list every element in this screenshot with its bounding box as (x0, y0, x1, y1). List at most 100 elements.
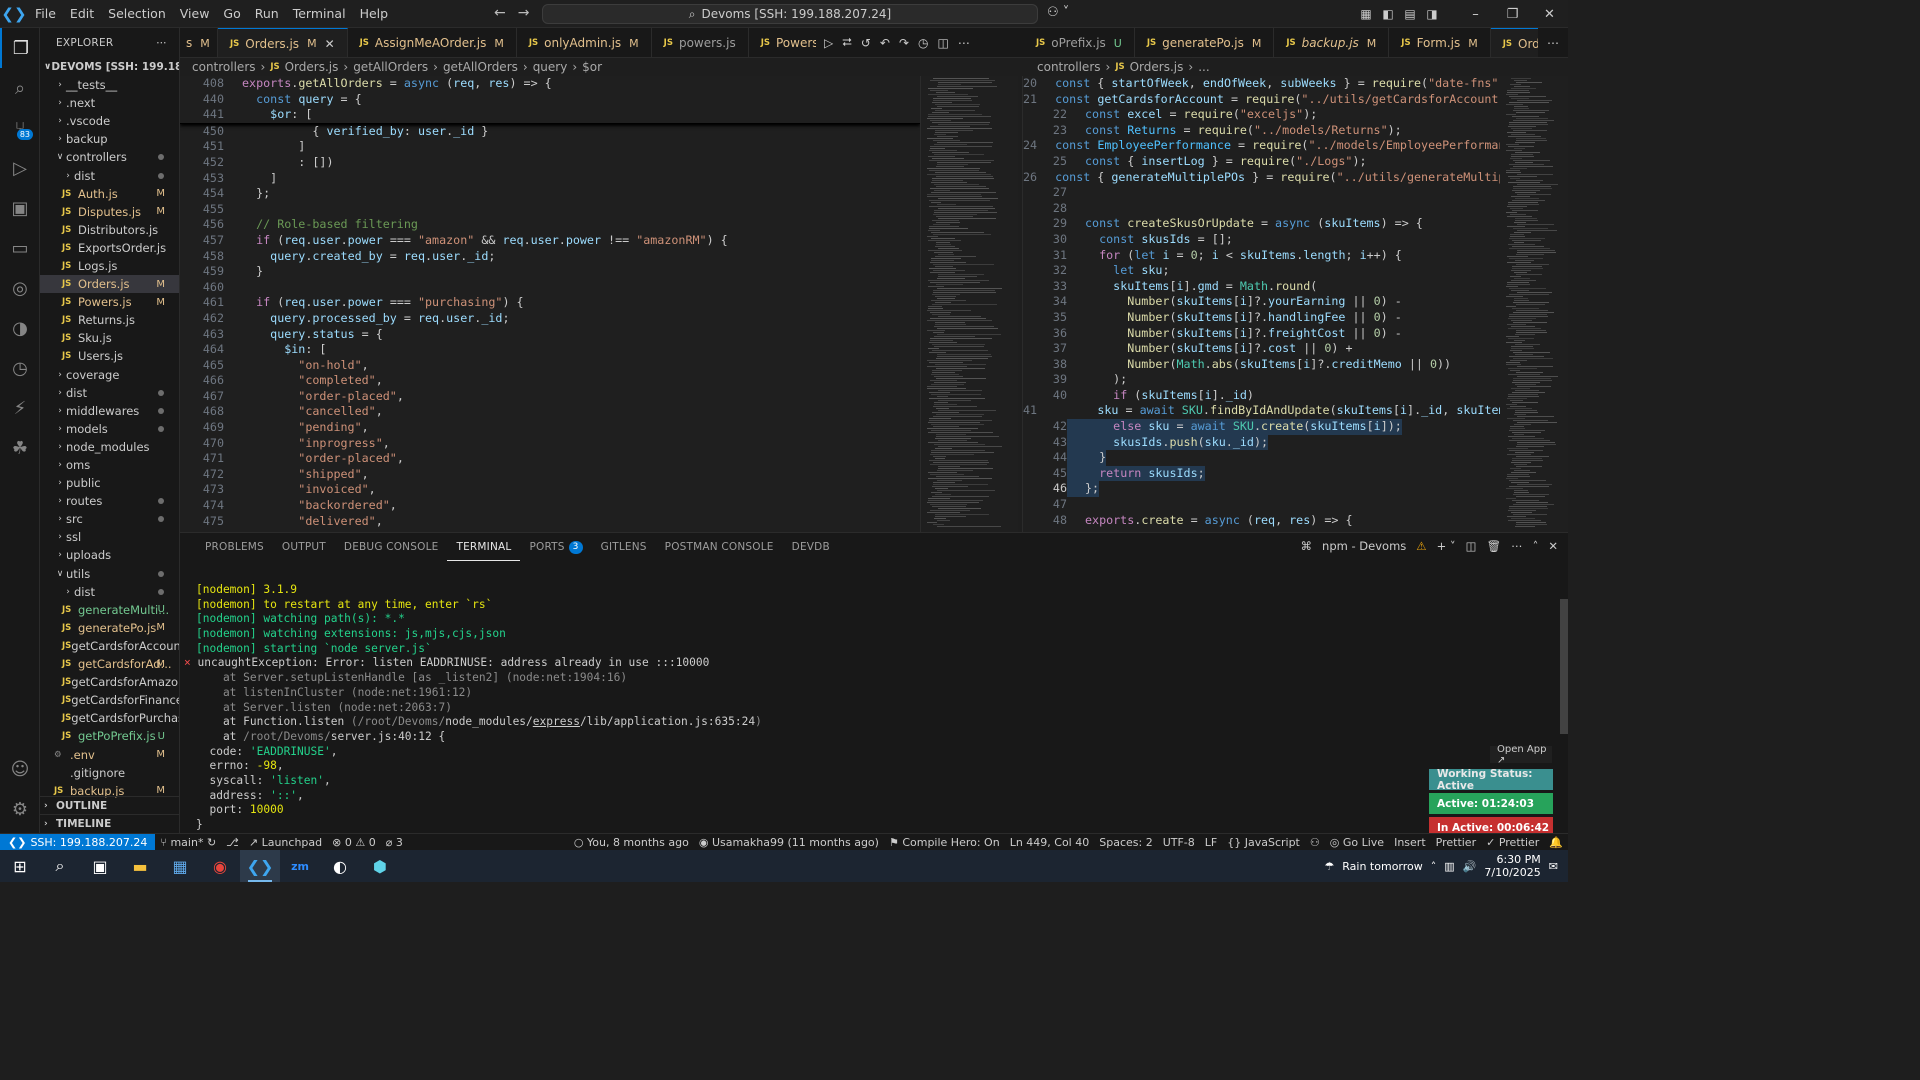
notification-center-icon[interactable]: ✉ (1549, 860, 1558, 873)
toggle-sidebar-icon[interactable]: ◧ (1377, 7, 1399, 21)
insert-mode[interactable]: Insert (1389, 836, 1431, 849)
forward-arrow-icon[interactable]: → (518, 5, 530, 21)
tree-folder[interactable]: › middlewares (40, 402, 179, 420)
code-line[interactable]: 24 const EmployeePerformance = require(".… (1023, 138, 1500, 154)
tree-file[interactable]: .gitignore (40, 764, 179, 782)
code-line[interactable]: 461 if (req.user.power === "purchasing")… (180, 295, 920, 311)
panel-tab-postman-console[interactable]: POSTMAN CONSOLE (656, 533, 783, 561)
code-line[interactable]: 467 "order-placed", (180, 389, 920, 405)
run-debug-icon[interactable]: ▷ (0, 148, 40, 188)
task-view-icon[interactable]: ▣ (80, 850, 120, 882)
more-actions-icon[interactable]: ⋯ (958, 36, 970, 50)
vscode-taskbar-icon[interactable]: ❮❯ (240, 850, 280, 882)
open-app-button[interactable]: Open App ↗ (1490, 744, 1552, 766)
command-center[interactable]: ⌕ Devoms [SSH: 199.188.207.24] (542, 4, 1038, 24)
tree-file[interactable]: JS Sku.js (40, 329, 179, 347)
code-line[interactable]: 48 exports.create = async (req, res) => { (1023, 513, 1500, 529)
breadcrumb-item[interactable]: controllers (1037, 60, 1101, 74)
copilot-status-icon[interactable]: ⚇ (1305, 836, 1325, 849)
code-line[interactable]: 33 skuItems[i].gmd = Math.round( (1023, 279, 1500, 295)
remote-indicator[interactable]: ❮❯ SSH: 199.188.207.24 (0, 833, 156, 851)
author-indicator[interactable]: ◉ Usamakha99 (11 months ago) (694, 836, 884, 849)
tree-folder[interactable]: › public (40, 474, 179, 492)
code-line[interactable]: 455 (180, 202, 920, 218)
breadcrumb-item[interactable]: ... (1198, 60, 1209, 74)
menu-item-edit[interactable]: Edit (63, 0, 101, 28)
code-line[interactable]: 451 ] (180, 139, 920, 155)
prev-change-icon[interactable]: ↶ (880, 36, 890, 50)
editor-right[interactable]: 20 const { startOfWeek, endOfWeek, subWee… (1022, 76, 1500, 532)
tab-form-js[interactable]: JS Form.js M (1389, 28, 1491, 57)
source-control-icon[interactable]: ⑂ 83 (0, 108, 40, 148)
breadcrumb-item[interactable]: $or (582, 60, 602, 74)
code-line[interactable]: 34 Number(skuItems[i]?.yourEarning || 0)… (1023, 294, 1500, 310)
code-line[interactable]: 43 skusIds.push(sku._id); (1023, 434, 1500, 451)
tab-assignmeaorder-js[interactable]: JS AssignMeAOrder.js M (348, 28, 517, 57)
code-line[interactable]: 464 $in: [ (180, 342, 920, 358)
volume-icon[interactable]: 🔊 (1463, 860, 1477, 873)
code-line[interactable]: 47 (1023, 497, 1500, 513)
tree-file[interactable]: JS Powers.js M (40, 293, 179, 311)
menu-item-file[interactable]: File (28, 0, 63, 28)
code-line[interactable]: 463 query.status = { (180, 327, 920, 343)
breadcrumb-item[interactable]: query (533, 60, 568, 74)
code-line[interactable]: 466 "completed", (180, 373, 920, 389)
settings-gear-icon[interactable]: ⚙ (0, 789, 40, 829)
terminal-name[interactable]: npm - Devoms (1322, 539, 1406, 553)
code-line[interactable]: 26 const { generateMultiplePOs } = requir… (1023, 170, 1500, 186)
minimap-right[interactable] (1500, 76, 1568, 532)
tab-backup-js[interactable]: JS backup.js M (1274, 28, 1390, 57)
split-terminal-icon[interactable]: ◫ (1466, 539, 1477, 553)
file-explorer-icon[interactable]: ▬ (120, 850, 160, 882)
editor-left[interactable]: 408 exports.getAllOrders = async (req, re… (180, 76, 920, 532)
code-line[interactable]: 462 query.processed_by = req.user._id; (180, 311, 920, 327)
tree-folder[interactable]: ∨ utils (40, 565, 179, 583)
revert-icon[interactable]: ↺ (861, 36, 871, 50)
prettier-status[interactable]: Prettier (1431, 836, 1481, 849)
code-line[interactable]: 42 else sku = await SKU.create(skuItems[… (1023, 419, 1500, 435)
tree-file[interactable]: ⚙ .env M (40, 745, 179, 763)
explorer-icon[interactable]: ❐ (0, 28, 40, 68)
chrome-icon[interactable]: ◉ (200, 850, 240, 882)
compile-hero[interactable]: ⚑ Compile Hero: On (884, 836, 1005, 849)
code-line[interactable]: 441 $or: [ (180, 107, 920, 123)
tree-file[interactable]: JS Auth.js M (40, 185, 179, 203)
code-line[interactable]: 46}; (1023, 481, 1500, 498)
python-icon[interactable]: ☘ (0, 428, 40, 468)
tree-file[interactable]: JS ExportsOrder.js (40, 239, 179, 257)
menu-item-run[interactable]: Run (248, 0, 286, 28)
tree-folder[interactable]: › dist (40, 166, 179, 184)
menu-item-selection[interactable]: Selection (101, 0, 173, 28)
code-line[interactable]: 471 "order-placed", (180, 451, 920, 467)
timeline-section[interactable]: › TIMELINE (40, 814, 179, 832)
code-line[interactable]: 458 query.created_by = req.user._id; (180, 249, 920, 265)
tree-file[interactable]: JSgetCardsforFinance.js (40, 691, 179, 709)
timeline-icon[interactable]: ◷ (0, 348, 40, 388)
editor-body[interactable]: 450 { verified_by: user._id } 451 ] 452 : … (180, 124, 920, 529)
menu-item-view[interactable]: View (173, 0, 217, 28)
code-line[interactable]: 459 } (180, 264, 920, 280)
tree-file[interactable]: JS generatePo.js M (40, 619, 179, 637)
language-mode[interactable]: {} JavaScript (1222, 836, 1305, 849)
tree-folder[interactable]: › node_modules (40, 438, 179, 456)
search-icon[interactable]: ⌕ (0, 68, 40, 108)
more-actions-icon[interactable]: ⋯ (1538, 28, 1568, 57)
code-line[interactable]: 30 const skusIds = []; (1023, 232, 1500, 248)
code-line[interactable]: 454 }; (180, 186, 920, 202)
code-line[interactable]: 468 "cancelled", (180, 404, 920, 420)
indentation[interactable]: Spaces: 2 (1094, 836, 1157, 849)
tree-folder[interactable]: › models (40, 420, 179, 438)
minimize-icon[interactable]: – (1457, 7, 1494, 22)
start-button[interactable]: ⊞ (0, 850, 40, 882)
tree-folder[interactable]: › ssl (40, 528, 179, 546)
panel-tab-devdb[interactable]: DEVDB (783, 533, 839, 561)
tree-file[interactable]: JS Users.js (40, 347, 179, 365)
code-line[interactable]: 29 const createSkusOrUpdate = async (skuI… (1023, 216, 1500, 232)
run-icon[interactable]: ▷ (824, 36, 833, 50)
toggle-panel-icon[interactable]: ▤ (1399, 7, 1421, 21)
code-line[interactable]: 440 const query = { (180, 92, 920, 108)
panel-tab-debug-console[interactable]: DEBUG CONSOLE (335, 533, 448, 561)
breadcrumb-item[interactable]: Orders.js (285, 60, 339, 74)
code-line[interactable]: 456 // Role-based filtering (180, 217, 920, 233)
tab-oprefix-js[interactable]: JS oPrefix.js U (1024, 28, 1135, 57)
